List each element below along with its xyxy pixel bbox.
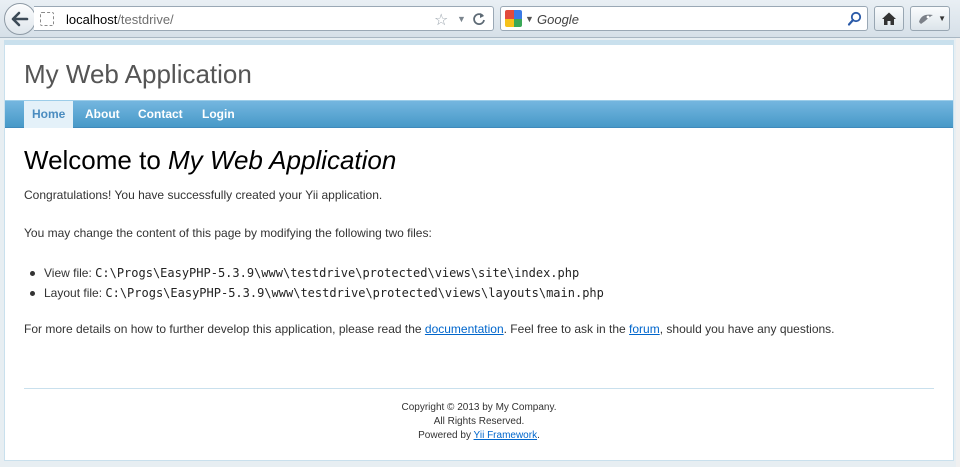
back-arrow-icon <box>11 11 29 27</box>
menu-item-contact[interactable]: Contact <box>130 101 191 128</box>
powered-prefix: Powered by <box>418 430 474 441</box>
footer-copyright: Copyright © 2013 by My Company. <box>401 402 557 413</box>
menu-item-login[interactable]: Login <box>194 101 243 128</box>
footer-powered: Powered by Yii Framework. <box>24 429 934 443</box>
home-button[interactable] <box>874 6 904 31</box>
search-bar: ▼ <box>500 6 868 31</box>
reload-icon[interactable] <box>472 12 486 31</box>
url-host: localhost <box>66 12 118 27</box>
url-text[interactable]: localhost/testdrive/ <box>66 12 174 27</box>
menu-item-home[interactable]: Home <box>24 101 74 128</box>
addon-button[interactable]: ▼ <box>910 6 950 31</box>
details-text: For more details on how to further devel… <box>24 322 835 336</box>
footer-rights: All Rights Reserved. <box>433 416 525 427</box>
file-label: Layout file: <box>44 286 106 300</box>
page-container: My Web Application Home About Contact Lo… <box>4 40 954 461</box>
details-after: , should you have any questions. <box>659 322 835 336</box>
documentation-link[interactable]: documentation <box>425 322 504 336</box>
file-path: C:\Progs\EasyPHP-5.3.9\www\testdrive\pro… <box>105 286 604 300</box>
back-button[interactable] <box>4 3 36 35</box>
site-identity-icon[interactable] <box>40 12 54 26</box>
browser-toolbar: localhost/testdrive/ ☆ ▼ ▼ ▼ <box>0 0 960 38</box>
title-app-name: My Web Application <box>168 145 397 175</box>
details-middle: . Feel free to ask in the <box>503 322 630 336</box>
details-before: For more details on how to further devel… <box>24 322 425 336</box>
forum-link[interactable]: forum <box>629 322 660 336</box>
window-edge <box>956 38 960 467</box>
main-menu: Home About Contact Login <box>5 100 953 128</box>
url-bar[interactable]: localhost/testdrive/ ☆ ▼ <box>34 6 494 31</box>
file-list: View file: C:\Progs\EasyPHP-5.3.9\www\te… <box>24 263 604 303</box>
yii-framework-link[interactable]: Yii Framework <box>474 430 538 441</box>
engine-dropdown-icon[interactable]: ▼ <box>525 14 534 24</box>
addon-icon <box>919 14 933 24</box>
powered-suffix: . <box>537 430 540 441</box>
file-path: C:\Progs\EasyPHP-5.3.9\www\testdrive\pro… <box>95 266 580 280</box>
list-item: Layout file: C:\Progs\EasyPHP-5.3.9\www\… <box>24 283 604 303</box>
file-label: View file: <box>44 266 96 280</box>
page-viewport: My Web Application Home About Contact Lo… <box>0 38 960 467</box>
change-intro-text: You may change the content of this page … <box>24 226 432 240</box>
congrats-text: Congratulations! You have successfully c… <box>24 188 383 202</box>
addon-dropdown-icon[interactable]: ▼ <box>938 14 946 23</box>
home-icon <box>882 12 896 25</box>
list-item: View file: C:\Progs\EasyPHP-5.3.9\www\te… <box>24 263 604 283</box>
menu-item-about[interactable]: About <box>77 101 128 128</box>
google-icon[interactable] <box>505 10 522 27</box>
page-title: Welcome to My Web Application <box>24 145 396 176</box>
star-icon[interactable]: ☆ <box>434 10 448 30</box>
footer: Copyright © 2013 by My Company. All Righ… <box>24 401 934 443</box>
url-path: /testdrive/ <box>117 12 174 27</box>
search-input[interactable] <box>537 11 837 27</box>
title-prefix: Welcome to <box>24 145 169 175</box>
site-logo: My Web Application <box>24 59 252 89</box>
footer-divider <box>24 388 934 389</box>
history-dropdown-icon[interactable]: ▼ <box>457 14 466 24</box>
magnifier-icon[interactable] <box>847 11 863 32</box>
